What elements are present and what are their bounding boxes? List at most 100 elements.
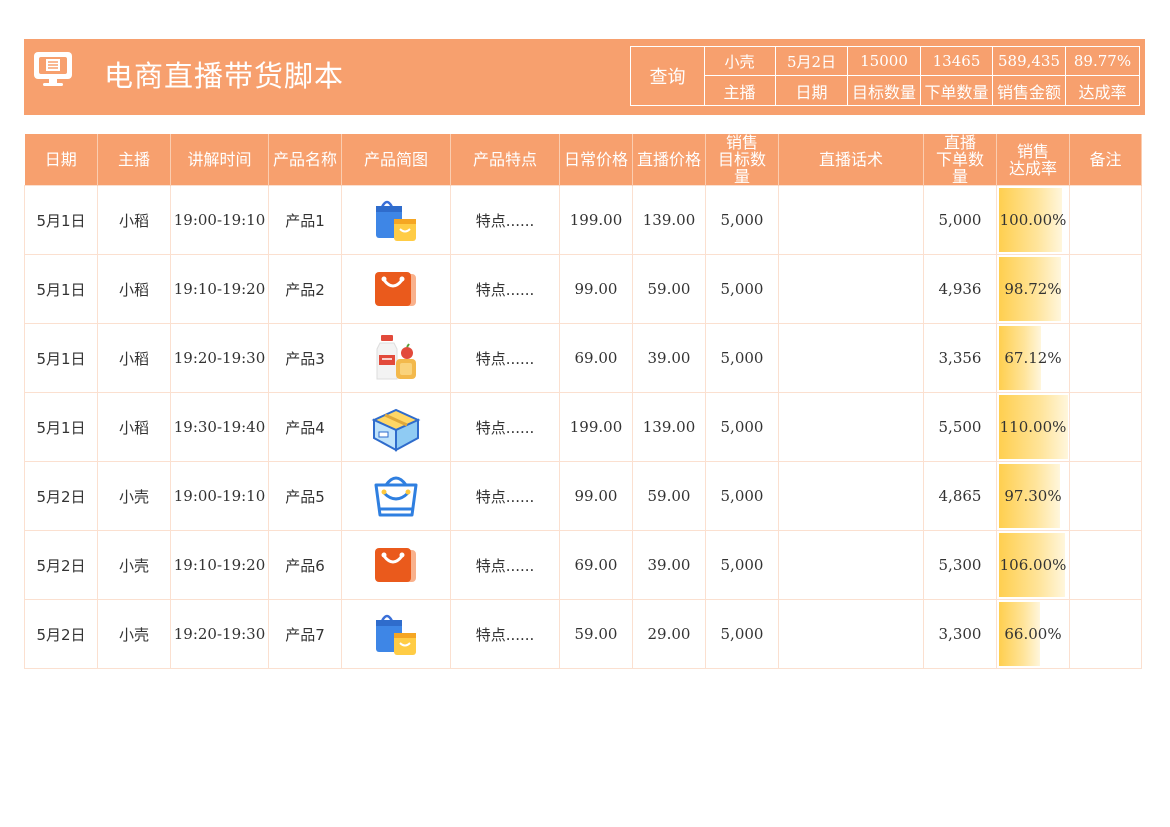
cell-date[interactable]: 5月2日 bbox=[24, 530, 98, 600]
query-button[interactable]: 查询 bbox=[631, 47, 705, 105]
cell-rate[interactable]: 67.12% bbox=[996, 323, 1070, 393]
cell-feature[interactable]: 特点...... bbox=[450, 185, 560, 255]
cell-product-image[interactable] bbox=[341, 185, 451, 255]
cell-product[interactable]: 产品3 bbox=[268, 323, 342, 393]
cell-orders[interactable]: 5,300 bbox=[923, 530, 997, 600]
cell-live-price[interactable]: 59.00 bbox=[632, 254, 706, 324]
cell-live-price[interactable]: 39.00 bbox=[632, 530, 706, 600]
cell-date[interactable]: 5月1日 bbox=[24, 185, 98, 255]
cell-feature[interactable]: 特点...... bbox=[450, 254, 560, 324]
cell-host[interactable]: 小稻 bbox=[97, 323, 171, 393]
header-col-rate[interactable]: 销售 达成率 bbox=[996, 134, 1070, 186]
cell-rate[interactable]: 106.00% bbox=[996, 530, 1070, 600]
cell-product-image[interactable] bbox=[341, 461, 451, 531]
cell-host[interactable]: 小稻 bbox=[97, 392, 171, 462]
cell-regular-price[interactable]: 99.00 bbox=[559, 461, 633, 531]
cell-date[interactable]: 5月1日 bbox=[24, 323, 98, 393]
cell-feature[interactable]: 特点...... bbox=[450, 323, 560, 393]
cell-target[interactable]: 5,000 bbox=[705, 392, 779, 462]
cell-target[interactable]: 5,000 bbox=[705, 254, 779, 324]
cell-orders[interactable]: 5,000 bbox=[923, 185, 997, 255]
cell-host[interactable]: 小壳 bbox=[97, 461, 171, 531]
cell-product-image[interactable] bbox=[341, 599, 451, 669]
cell-product[interactable]: 产品4 bbox=[268, 392, 342, 462]
cell-feature[interactable]: 特点...... bbox=[450, 599, 560, 669]
cell-script[interactable] bbox=[778, 530, 924, 600]
cell-time[interactable]: 19:10-19:20 bbox=[170, 530, 269, 600]
cell-product[interactable]: 产品6 bbox=[268, 530, 342, 600]
cell-rate[interactable]: 66.00% bbox=[996, 599, 1070, 669]
cell-script[interactable] bbox=[778, 323, 924, 393]
cell-host[interactable]: 小稻 bbox=[97, 185, 171, 255]
header-col-script[interactable]: 直播话术 bbox=[778, 134, 924, 186]
cell-product-image[interactable] bbox=[341, 323, 451, 393]
cell-orders[interactable]: 3,356 bbox=[923, 323, 997, 393]
header-col-product[interactable]: 产品名称 bbox=[268, 134, 342, 186]
cell-regular-price[interactable]: 199.00 bbox=[559, 185, 633, 255]
cell-script[interactable] bbox=[778, 185, 924, 255]
cell-feature[interactable]: 特点...... bbox=[450, 392, 560, 462]
cell-note[interactable] bbox=[1069, 323, 1142, 393]
cell-script[interactable] bbox=[778, 461, 924, 531]
summary-date-value[interactable]: 5月2日 bbox=[776, 47, 848, 76]
header-col-target[interactable]: 销售 目标数量 bbox=[705, 134, 779, 186]
cell-product-image[interactable] bbox=[341, 254, 451, 324]
header-col-host[interactable]: 主播 bbox=[97, 134, 171, 186]
header-col-note[interactable]: 备注 bbox=[1069, 134, 1142, 186]
cell-time[interactable]: 19:20-19:30 bbox=[170, 599, 269, 669]
cell-feature[interactable]: 特点...... bbox=[450, 530, 560, 600]
cell-regular-price[interactable]: 199.00 bbox=[559, 392, 633, 462]
cell-note[interactable] bbox=[1069, 530, 1142, 600]
cell-rate[interactable]: 110.00% bbox=[996, 392, 1070, 462]
cell-time[interactable]: 19:00-19:10 bbox=[170, 461, 269, 531]
summary-host-value[interactable]: 小壳 bbox=[704, 47, 776, 76]
header-col-regular-price[interactable]: 日常价格 bbox=[559, 134, 633, 186]
cell-live-price[interactable]: 139.00 bbox=[632, 185, 706, 255]
cell-orders[interactable]: 4,936 bbox=[923, 254, 997, 324]
cell-date[interactable]: 5月2日 bbox=[24, 599, 98, 669]
cell-target[interactable]: 5,000 bbox=[705, 185, 779, 255]
header-col-live-price[interactable]: 直播价格 bbox=[632, 134, 706, 186]
cell-product[interactable]: 产品2 bbox=[268, 254, 342, 324]
cell-rate[interactable]: 100.00% bbox=[996, 185, 1070, 255]
cell-time[interactable]: 19:00-19:10 bbox=[170, 185, 269, 255]
cell-time[interactable]: 19:10-19:20 bbox=[170, 254, 269, 324]
cell-orders[interactable]: 5,500 bbox=[923, 392, 997, 462]
cell-time[interactable]: 19:20-19:30 bbox=[170, 323, 269, 393]
cell-product-image[interactable] bbox=[341, 530, 451, 600]
cell-date[interactable]: 5月2日 bbox=[24, 461, 98, 531]
cell-script[interactable] bbox=[778, 599, 924, 669]
cell-host[interactable]: 小稻 bbox=[97, 254, 171, 324]
cell-product[interactable]: 产品5 bbox=[268, 461, 342, 531]
cell-live-price[interactable]: 39.00 bbox=[632, 323, 706, 393]
cell-script[interactable] bbox=[778, 392, 924, 462]
cell-live-price[interactable]: 59.00 bbox=[632, 461, 706, 531]
cell-target[interactable]: 5,000 bbox=[705, 323, 779, 393]
header-col-orders[interactable]: 直播 下单数量 bbox=[923, 134, 997, 186]
cell-host[interactable]: 小壳 bbox=[97, 530, 171, 600]
cell-note[interactable] bbox=[1069, 599, 1142, 669]
cell-target[interactable]: 5,000 bbox=[705, 530, 779, 600]
cell-regular-price[interactable]: 69.00 bbox=[559, 530, 633, 600]
cell-rate[interactable]: 98.72% bbox=[996, 254, 1070, 324]
cell-live-price[interactable]: 139.00 bbox=[632, 392, 706, 462]
cell-host[interactable]: 小壳 bbox=[97, 599, 171, 669]
cell-product[interactable]: 产品7 bbox=[268, 599, 342, 669]
cell-note[interactable] bbox=[1069, 392, 1142, 462]
cell-live-price[interactable]: 29.00 bbox=[632, 599, 706, 669]
cell-note[interactable] bbox=[1069, 254, 1142, 324]
cell-product[interactable]: 产品1 bbox=[268, 185, 342, 255]
cell-regular-price[interactable]: 99.00 bbox=[559, 254, 633, 324]
header-col-feature[interactable]: 产品特点 bbox=[450, 134, 560, 186]
cell-rate[interactable]: 97.30% bbox=[996, 461, 1070, 531]
cell-feature[interactable]: 特点...... bbox=[450, 461, 560, 531]
cell-date[interactable]: 5月1日 bbox=[24, 254, 98, 324]
cell-note[interactable] bbox=[1069, 461, 1142, 531]
cell-regular-price[interactable]: 69.00 bbox=[559, 323, 633, 393]
cell-date[interactable]: 5月1日 bbox=[24, 392, 98, 462]
header-col-image[interactable]: 产品简图 bbox=[341, 134, 451, 186]
cell-target[interactable]: 5,000 bbox=[705, 599, 779, 669]
cell-target[interactable]: 5,000 bbox=[705, 461, 779, 531]
cell-time[interactable]: 19:30-19:40 bbox=[170, 392, 269, 462]
header-col-time[interactable]: 讲解时间 bbox=[170, 134, 269, 186]
